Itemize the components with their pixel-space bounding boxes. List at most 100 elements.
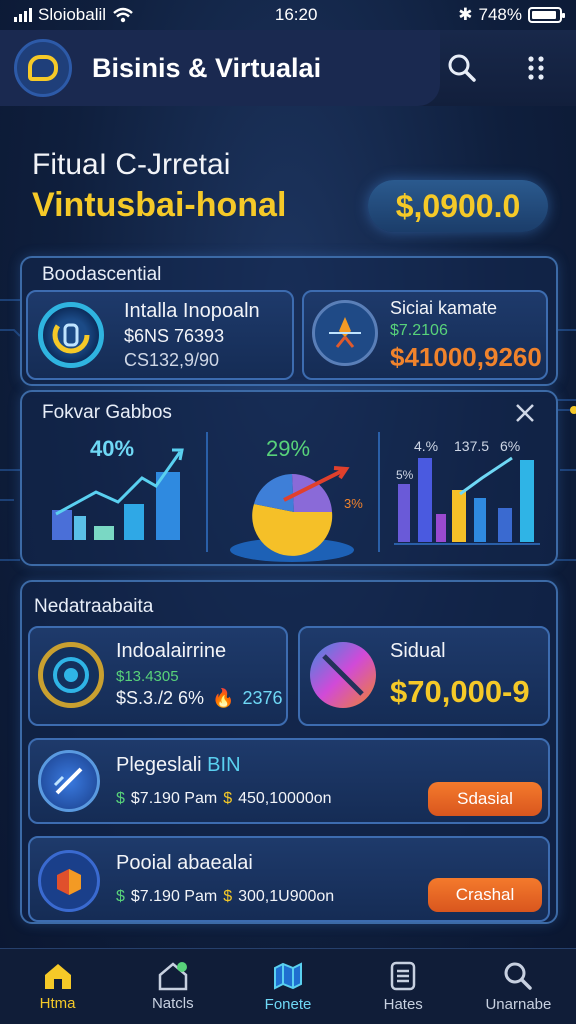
battery-percent: 748%: [478, 5, 522, 24]
carrier-name: Sloiobalil: [38, 5, 107, 24]
chart-bar: [74, 516, 86, 540]
battery-icon: [527, 7, 565, 23]
charts-panel: Fokvar Gabbos 40% 29% 3% 4.% 137.5 6% 5%: [20, 390, 558, 566]
list-row[interactable]: Plegeslali BIN $ $7.190 Pam $ 450,10000o…: [28, 738, 550, 824]
bluetooth-icon: ✱: [458, 5, 473, 24]
card-value-row: $S.3./2 6% 🔥 2376: [116, 688, 283, 709]
nav-item-search[interactable]: Unarnabe: [461, 949, 576, 1024]
card-value-secondary: $S.3./2 6%: [116, 688, 205, 708]
card-value: $6NS 76393: [124, 326, 224, 347]
row-action-button[interactable]: Crashal: [428, 878, 542, 912]
no-sign-icon: [310, 642, 376, 708]
row-action-button[interactable]: Sdasial: [428, 782, 542, 816]
charts-panel-title: Fokvar Gabbos: [42, 402, 172, 423]
hero-title: FituaI C-Jrretai: [32, 148, 231, 181]
box-icon: [38, 850, 100, 912]
card-name: Sidual: [390, 640, 446, 662]
map-icon: [274, 962, 302, 990]
chart-bar: [498, 508, 512, 542]
chart-bar: [418, 458, 432, 542]
row-detail: 450,10000on: [238, 790, 332, 807]
card-name: Indoalairrine: [116, 640, 227, 662]
growth-bar-chart: [52, 448, 184, 540]
nav-item-home[interactable]: Htma: [0, 949, 115, 1024]
summary-card-left[interactable]: Intalla Inopoaln $6NS 76393 CS132,9/90: [26, 290, 294, 380]
card-value-secondary: $41000,9260: [390, 342, 542, 372]
row-detail: $7.190 Pam: [130, 790, 218, 807]
card-name: Intalla Inopoaln: [124, 300, 260, 322]
chart-bar: [436, 514, 446, 542]
app-title: Bisinis & Virtualai: [92, 53, 321, 84]
grid-dots-icon: [528, 56, 544, 80]
row-detail: $: [116, 790, 125, 807]
compass-icon: [38, 750, 100, 812]
card-value-primary: $13.4305: [116, 668, 179, 685]
app-logo[interactable]: [14, 39, 72, 97]
row-details: $ $7.190 Pam $ 450,10000on: [116, 790, 332, 808]
hero-subtitle: Vintusbai-honal: [32, 186, 287, 224]
row-name-accent: BIN: [207, 754, 241, 776]
balance-pill[interactable]: $,0900.0: [368, 180, 548, 232]
nav-label: Htma: [39, 995, 76, 1012]
donut-icon: [38, 302, 104, 368]
chart2-label: 29%: [266, 436, 311, 461]
document-icon: [390, 961, 416, 991]
house-notification-icon: [158, 962, 188, 991]
chart-bar: [124, 504, 144, 540]
bottom-nav: Htma Natcls Fonete Hates Unarnabe: [0, 948, 576, 1024]
list-row[interactable]: Pooial abaealai $ $7.190 Pam $ 300,1U900…: [28, 836, 550, 922]
app-bar: Bisinis & Virtualai: [0, 30, 576, 106]
close-icon: [516, 404, 534, 422]
balance-amount: $,0900.0: [395, 187, 521, 224]
more-menu-button[interactable]: [516, 48, 556, 88]
summary-panel-title: Boodascential: [42, 264, 162, 285]
status-bar: Sloiobalil 16:20 ✱ 748%: [0, 0, 576, 30]
wifi-icon: [113, 7, 133, 23]
target-icon: [38, 642, 104, 708]
row-name: Pooial abaealai: [116, 852, 253, 874]
chart-bar: [398, 484, 410, 542]
nav-item-notes[interactable]: Hates: [346, 949, 461, 1024]
trend-line: [459, 456, 513, 496]
app-title-text: Bisinis & Virtualai: [92, 52, 322, 83]
chart-bar: [452, 490, 466, 542]
search-icon: [504, 962, 533, 990]
rocket-icon: [312, 300, 378, 366]
card-value-primary: $6NS 76393: [124, 326, 225, 346]
row-detail: $: [223, 888, 233, 905]
home-icon: [44, 964, 71, 989]
row-detail: 300,1U900on: [238, 888, 335, 905]
clock: 16:20: [274, 5, 318, 24]
details-panel-title: Nedatraabaita: [34, 596, 154, 617]
details-card-right[interactable]: Sidual $70,000-9: [298, 626, 550, 726]
row-detail: $7.190 Pam: [130, 888, 218, 905]
search-icon: [448, 54, 476, 82]
chart-bar: [474, 498, 486, 542]
details-panel: Nedatraabaita Indoalairrine $13.4305 $S.…: [20, 580, 558, 924]
nav-label: Hates: [383, 996, 423, 1013]
signal-icon: [14, 8, 32, 22]
row-detail: $: [223, 790, 233, 807]
card-value-primary: $70,000-9: [390, 674, 530, 709]
nav-item-map[interactable]: Fonete: [230, 949, 345, 1024]
nav-label: Fonete: [264, 996, 312, 1013]
chart-bar: [52, 510, 72, 540]
chart-bar: [94, 526, 114, 540]
details-card-left[interactable]: Indoalairrine $13.4305 $S.3./2 6% 🔥 2376: [28, 626, 288, 726]
search-button[interactable]: [442, 48, 482, 88]
card-value-primary: $7.2106: [390, 322, 448, 339]
row-name-text: Plegeslali: [116, 754, 202, 776]
summary-panel: Boodascential Intalla Inopoaln $6NS 7639…: [20, 256, 558, 386]
card-value-tertiary: 2376: [242, 688, 283, 708]
nav-label: Unarnabe: [485, 996, 552, 1013]
card-name: Siciai kamate: [390, 298, 498, 318]
row-detail: $: [116, 888, 125, 905]
card-value-secondary: CS132,9/90: [124, 350, 220, 370]
close-button[interactable]: [514, 402, 536, 429]
nav-label: Natcls: [151, 995, 194, 1012]
column-chart: [394, 456, 540, 545]
flame-icon: 🔥: [212, 688, 235, 708]
chart-bar: [520, 460, 534, 542]
nav-item-notifications[interactable]: Natcls: [115, 949, 230, 1024]
summary-card-right[interactable]: Siciai kamate $7.2106 $41000,9260: [302, 290, 548, 380]
